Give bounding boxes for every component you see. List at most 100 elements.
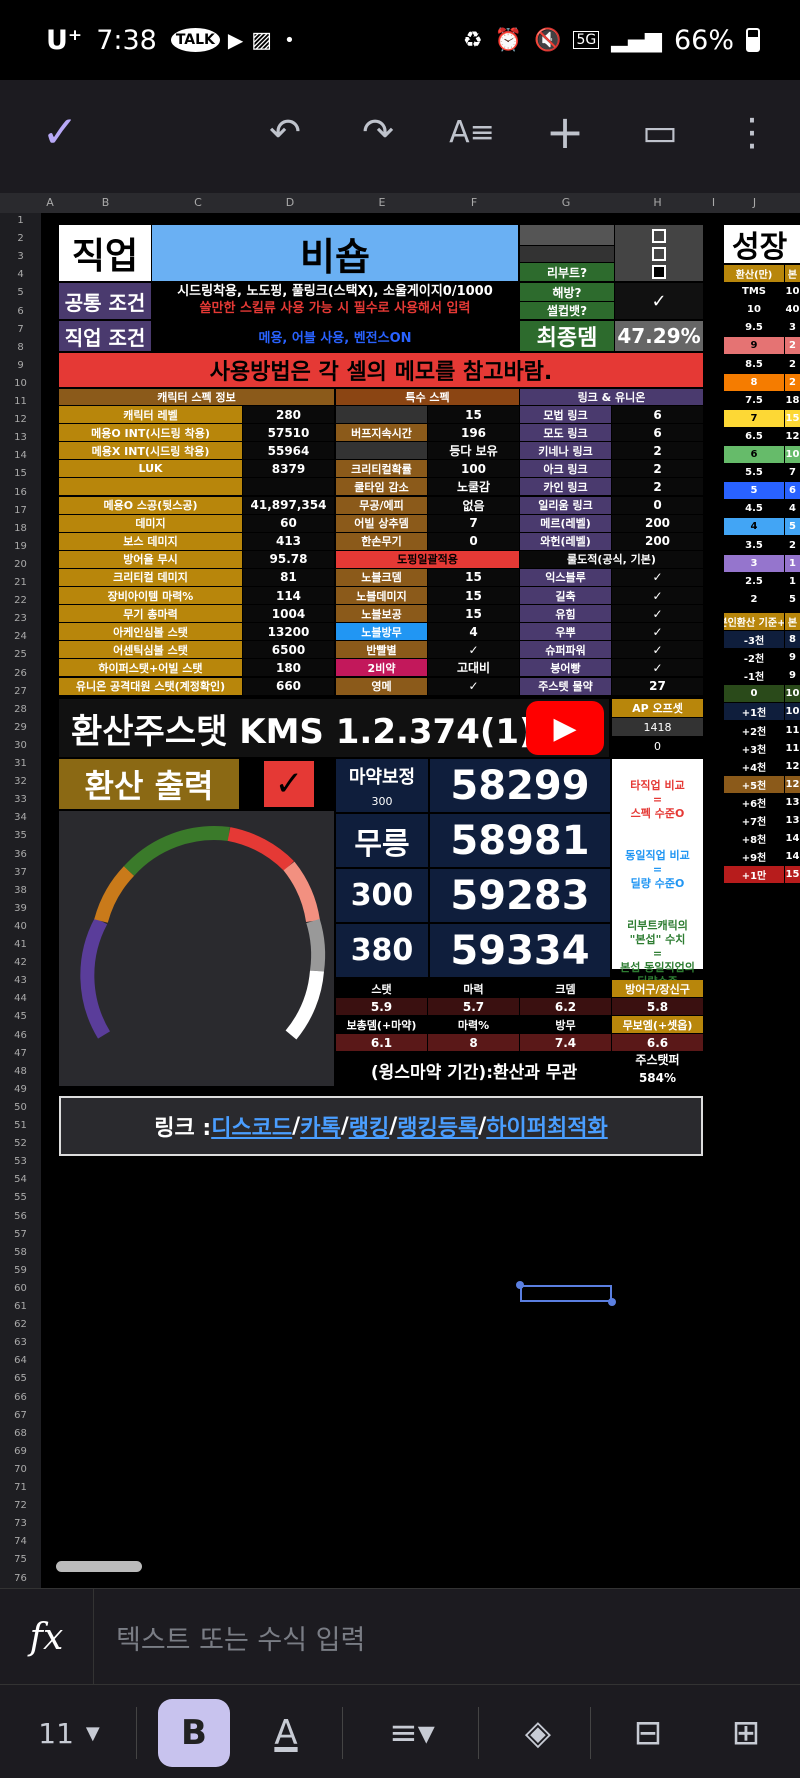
selection-handle[interactable] — [608, 1298, 616, 1306]
text-format-icon[interactable]: A≡ — [442, 102, 502, 162]
growth-label-cell: 4.5 — [724, 500, 784, 518]
stat-value: 5.9 — [336, 998, 427, 1015]
growth-value-cell: 9 — [785, 649, 800, 667]
score-sub[interactable]: 300 — [336, 791, 428, 811]
fill-color-icon[interactable]: ◈ — [502, 1699, 574, 1767]
stat-value: 6.2 — [520, 998, 611, 1015]
char-spec-value: 8379 — [243, 460, 334, 478]
link-union-value[interactable]: 6 — [612, 406, 703, 424]
link-ranking[interactable]: 랭킹 — [349, 1110, 389, 1142]
function-icon[interactable]: fx — [0, 1589, 94, 1685]
growth-label-cell: +9천 — [724, 848, 784, 866]
add-icon[interactable]: + — [535, 102, 595, 162]
text-color-button[interactable]: A — [250, 1699, 322, 1767]
ap-offset-zero: 0 — [612, 737, 703, 755]
growth-value-cell: 4 — [785, 500, 800, 518]
growth-value-cell: 18 — [785, 391, 800, 409]
checkbox-top[interactable] — [652, 229, 666, 243]
special-spec-value[interactable]: 196 — [428, 424, 519, 442]
special-spec-label: 노블데미지 — [336, 587, 427, 605]
char-spec-label: 어센틱심볼 스탯 — [59, 641, 242, 659]
growth-value-cell: 10 — [785, 283, 800, 301]
reboot-checkbox[interactable] — [652, 265, 666, 279]
redo-icon[interactable]: ↷ — [348, 102, 408, 162]
insert-row-icon[interactable]: ⊟ — [612, 1699, 684, 1767]
link-union-label: 붕어빵 — [520, 659, 611, 677]
usage-note: 사용방법은 각 셀의 메모를 참고바람. — [59, 353, 703, 387]
link-union-value[interactable]: ✓ — [612, 605, 703, 623]
link-union-value[interactable]: ✓ — [612, 641, 703, 659]
selection-handle[interactable] — [516, 1281, 524, 1289]
formula-input[interactable]: 텍스트 또는 수식 입력 — [116, 1589, 756, 1685]
horizontal-scrollbar[interactable] — [56, 1561, 142, 1572]
link-union-value[interactable]: 2 — [612, 460, 703, 478]
link-hyper-optimize[interactable]: 하이퍼최적화 — [486, 1110, 607, 1142]
score-label: 380 — [336, 924, 428, 977]
checkbox-top2[interactable] — [652, 247, 666, 261]
links-prefix: 링크 : — [154, 1116, 212, 1141]
output-checkbox[interactable]: ✓ — [262, 759, 316, 809]
special-spec-value[interactable]: 15 — [428, 568, 519, 586]
more-icon[interactable]: ⋮ — [722, 102, 782, 162]
youtube-logo-icon[interactable]: ▶ — [526, 701, 604, 755]
special-spec-label: 반빨별 — [336, 641, 427, 659]
common-label: 공통 조건 — [59, 283, 151, 319]
link-union-value[interactable]: ✓ — [612, 587, 703, 605]
char-spec-value: 180 — [243, 659, 334, 677]
link-union-value[interactable]: 27 — [612, 677, 703, 695]
special-spec-value[interactable]: 0 — [428, 532, 519, 550]
special-spec-value[interactable]: 등다 보유 — [428, 442, 519, 460]
link-union-value[interactable]: 0 — [612, 496, 703, 514]
link-union-value[interactable]: 6 — [612, 424, 703, 442]
link-union-value[interactable]: ✓ — [612, 623, 703, 641]
bold-button[interactable]: B — [158, 1699, 230, 1767]
special-spec-value[interactable]: 4 — [428, 623, 519, 641]
special-spec-value[interactable]: 100 — [428, 460, 519, 478]
link-union-label: 유힘 — [520, 605, 611, 623]
done-check-icon[interactable]: ✓ — [30, 102, 90, 162]
link-union-value[interactable]: 200 — [612, 514, 703, 532]
special-spec-value[interactable]: 고대비 — [428, 659, 519, 677]
link-union-value[interactable]: 2 — [612, 442, 703, 460]
note-other-job: 타직업 비교 = 스펙 수준O — [630, 779, 685, 820]
special-spec-label: 어빌 상추뎀 — [336, 514, 427, 532]
special-spec-value[interactable]: 노쿨감 — [428, 478, 519, 496]
job-select[interactable]: 비숍 — [152, 225, 518, 281]
potion-note: (윙스마약 기간):환산과 무관 — [336, 1051, 612, 1089]
special-spec-value[interactable]: ✓ — [428, 641, 519, 659]
link-discord[interactable]: 디스코드 — [211, 1110, 292, 1142]
liberated-check[interactable]: ✓ — [615, 283, 703, 319]
special-spec-value[interactable]: 15 — [428, 406, 519, 424]
formula-bar: fx 텍스트 또는 수식 입력 — [0, 1588, 800, 1685]
special-spec-value[interactable]: 7 — [428, 514, 519, 532]
spreadsheet-grid[interactable]: ABCDEFGHIJ 1 2 3 4 5 6 7 8 9 10 11 12 13 14 15 16 17 18 19… — [0, 193, 800, 1588]
special-spec-value[interactable]: ✓ — [428, 677, 519, 695]
link-union-value[interactable]: 2 — [612, 478, 703, 496]
link-union-header: 링크 & 유니온 — [520, 389, 703, 405]
special-spec-value[interactable]: 15 — [428, 605, 519, 623]
link-ranking-register[interactable]: 랭킹등록 — [397, 1110, 478, 1142]
job-condition-label: 직업 조건 — [59, 321, 151, 351]
link-kakao[interactable]: 카톡 — [300, 1110, 340, 1142]
growth-label-cell: 환산(만) — [724, 265, 784, 283]
link-union-value[interactable]: ✓ — [612, 659, 703, 677]
dot-icon: • — [284, 29, 295, 51]
insert-column-icon[interactable]: ⊞ — [710, 1699, 782, 1767]
font-size-select[interactable]: 11 ▼ — [24, 1699, 114, 1767]
growth-value-cell: 2 — [785, 536, 800, 554]
special-spec-value[interactable]: 없음 — [428, 496, 519, 514]
selected-cell[interactable] — [520, 1285, 612, 1302]
special-spec-value[interactable]: 15 — [428, 587, 519, 605]
align-icon[interactable]: ≡▾ — [372, 1699, 452, 1767]
growth-value-cell: 11 — [785, 739, 800, 757]
stat-value: 5.8 — [612, 998, 703, 1015]
output-label: 환산 출력 — [59, 759, 239, 809]
special-spec-label: 영메 — [336, 677, 427, 695]
comment-icon[interactable]: ▭ — [630, 102, 690, 162]
undo-icon[interactable]: ↶ — [255, 102, 315, 162]
growth-value-cell: 본 — [785, 612, 800, 630]
link-union-value[interactable]: 200 — [612, 532, 703, 550]
growth-label-cell: 6.5 — [724, 427, 784, 445]
growth-label-cell: 본인환산 기준+- — [724, 612, 784, 630]
link-union-value[interactable]: ✓ — [612, 568, 703, 586]
